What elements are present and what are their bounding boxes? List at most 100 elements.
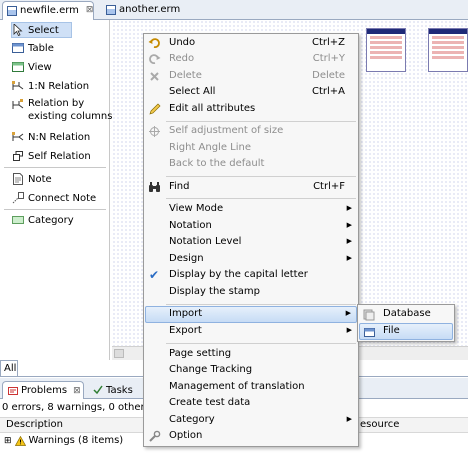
menu-item-notation[interactable]: Notation ▶ — [145, 218, 357, 235]
menu-item-edit-all-attributes[interactable]: Edit all attributes — [145, 101, 357, 118]
diagram-file-icon — [7, 6, 17, 16]
import-submenu: Database File — [357, 304, 455, 342]
menu-item-option[interactable]: Option — [145, 428, 357, 445]
palette-item-table[interactable]: Table — [12, 40, 54, 56]
menu-separator — [166, 304, 356, 305]
submenu-item-database[interactable]: Database — [359, 306, 453, 323]
menu-item-create-test-data[interactable]: Create test data — [145, 395, 357, 412]
menu-item-display-stamp[interactable]: Display the stamp — [145, 284, 357, 301]
menu-item-export[interactable]: Export ▶ — [145, 323, 357, 340]
menu-item-label: Notation Level — [169, 236, 242, 247]
menu-item-label: Redo — [169, 53, 195, 64]
menu-item-import[interactable]: Import ▶ — [145, 306, 357, 323]
row-label: Warnings (8 items) — [28, 435, 124, 446]
table-column — [432, 36, 464, 39]
menu-item-category[interactable]: Category ▶ — [145, 412, 357, 429]
relation-nn-icon — [12, 131, 24, 143]
submenu-item-file[interactable]: File — [359, 323, 453, 340]
menu-item-label: Delete — [169, 70, 202, 81]
palette-item-label: 1:N Relation — [28, 80, 90, 92]
menu-item-label: File — [383, 325, 400, 336]
table-icon — [12, 42, 24, 54]
menu-item-select-all[interactable]: Select All Ctrl+A — [145, 84, 357, 101]
tab-newfile[interactable]: newfile.erm ⊠ — [2, 1, 94, 20]
palette-item-nn-relation[interactable]: N:N Relation — [12, 129, 90, 145]
menu-item-shortcut: Ctrl+A — [311, 86, 345, 97]
palette-item-relation-existing[interactable]: Relation by existing columns — [12, 97, 112, 127]
menu-item-find[interactable]: Find Ctrl+F — [145, 179, 357, 196]
menu-item-label: Display the stamp — [169, 286, 260, 297]
menu-item-translation[interactable]: Management of translation — [145, 379, 357, 396]
diagram-table[interactable] — [428, 28, 468, 72]
menu-separator — [166, 198, 356, 199]
menu-item-label: Find — [169, 181, 190, 192]
column-header-description[interactable]: Description — [6, 419, 63, 430]
database-icon — [362, 308, 375, 321]
palette-item-view[interactable]: View — [12, 59, 52, 75]
tab-tasks[interactable]: Tasks — [88, 381, 138, 399]
table-file-icon — [363, 326, 376, 339]
palette-item-self-relation[interactable]: Self Relation — [12, 148, 91, 164]
menu-item-change-tracking[interactable]: Change Tracking — [145, 362, 357, 379]
table-column — [370, 36, 402, 39]
palette-item-category[interactable]: Category — [12, 212, 74, 228]
tab-label: Problems — [21, 385, 68, 396]
tasks-icon — [93, 385, 103, 395]
menu-item-design[interactable]: Design ▶ — [145, 251, 357, 268]
problems-summary: 0 errors, 8 warnings, 0 others — [2, 402, 150, 413]
menu-item-label: Export — [169, 325, 202, 336]
scroll-left-button[interactable] — [114, 349, 124, 358]
menu-item-redo[interactable]: Redo Ctrl+Y — [145, 51, 357, 68]
submenu-arrow-icon: ▶ — [346, 221, 352, 229]
menu-item-page-setting[interactable]: Page setting — [145, 346, 357, 363]
palette-tab-all[interactable]: All — [0, 360, 18, 376]
submenu-arrow-icon: ▶ — [346, 415, 352, 423]
menu-item-label: Management of translation — [169, 381, 305, 392]
menu-item-label: Category — [169, 414, 215, 425]
expand-icon[interactable]: ⊞ — [4, 436, 12, 446]
palette-item-label: Connect Note — [28, 192, 97, 204]
tab-label: Tasks — [106, 384, 133, 396]
close-icon[interactable]: ⊠ — [73, 386, 81, 396]
palette-item-select[interactable]: Select — [11, 22, 72, 38]
diagram-table[interactable] — [366, 28, 406, 72]
submenu-arrow-icon: ▶ — [346, 254, 352, 262]
menu-item-label: Back to the default — [169, 158, 265, 169]
submenu-arrow-icon: ▶ — [346, 237, 352, 245]
menu-item-label: Select All — [169, 86, 216, 97]
resize-icon — [148, 125, 161, 138]
submenu-arrow-icon: ▶ — [346, 326, 352, 334]
problems-icon — [8, 386, 18, 396]
palette-item-label: Category — [28, 214, 74, 226]
menu-separator — [166, 176, 356, 177]
menu-item-label: Import — [169, 308, 203, 319]
table-column — [370, 56, 402, 59]
palette-item-note[interactable]: Note — [12, 171, 52, 187]
menu-item-label: Display by the capital letter — [169, 269, 308, 280]
menu-item-label: Right Angle Line — [169, 142, 251, 153]
palette-item-label: View — [28, 61, 52, 73]
menu-item-right-angle-line[interactable]: Right Angle Line — [145, 140, 357, 157]
menu-separator — [166, 343, 356, 344]
view-icon — [12, 61, 24, 73]
table-row[interactable]: ⊞ Warnings (8 items) — [4, 435, 123, 446]
tab-another[interactable]: another.erm — [102, 1, 182, 20]
menu-item-label: Edit all attributes — [169, 103, 256, 114]
menu-item-delete[interactable]: Delete Delete — [145, 68, 357, 85]
menu-item-self-adjust-size[interactable]: Self adjustment of size — [145, 123, 357, 140]
column-header-resource[interactable]: esource — [360, 419, 399, 430]
menu-item-notation-level[interactable]: Notation Level ▶ — [145, 234, 357, 251]
table-column — [370, 46, 402, 49]
palette-item-connect-note[interactable]: Connect Note — [12, 190, 96, 206]
palette-item-1n-relation[interactable]: 1:N Relation — [12, 78, 89, 94]
close-icon[interactable]: ⊠ — [86, 5, 94, 15]
menu-item-view-mode[interactable]: View Mode ▶ — [145, 201, 357, 218]
table-column — [370, 41, 402, 44]
menu-item-display-capital[interactable]: ✔ Display by the capital letter — [145, 267, 357, 284]
tab-label: another.erm — [119, 4, 181, 15]
menu-item-undo[interactable]: Undo Ctrl+Z — [145, 35, 357, 52]
tab-problems[interactable]: Problems ⊠ — [2, 381, 84, 399]
menu-item-back-to-default[interactable]: Back to the default — [145, 156, 357, 173]
connect-note-icon — [12, 192, 24, 204]
palette-item-label-group: Relation by existing columns — [28, 97, 112, 123]
